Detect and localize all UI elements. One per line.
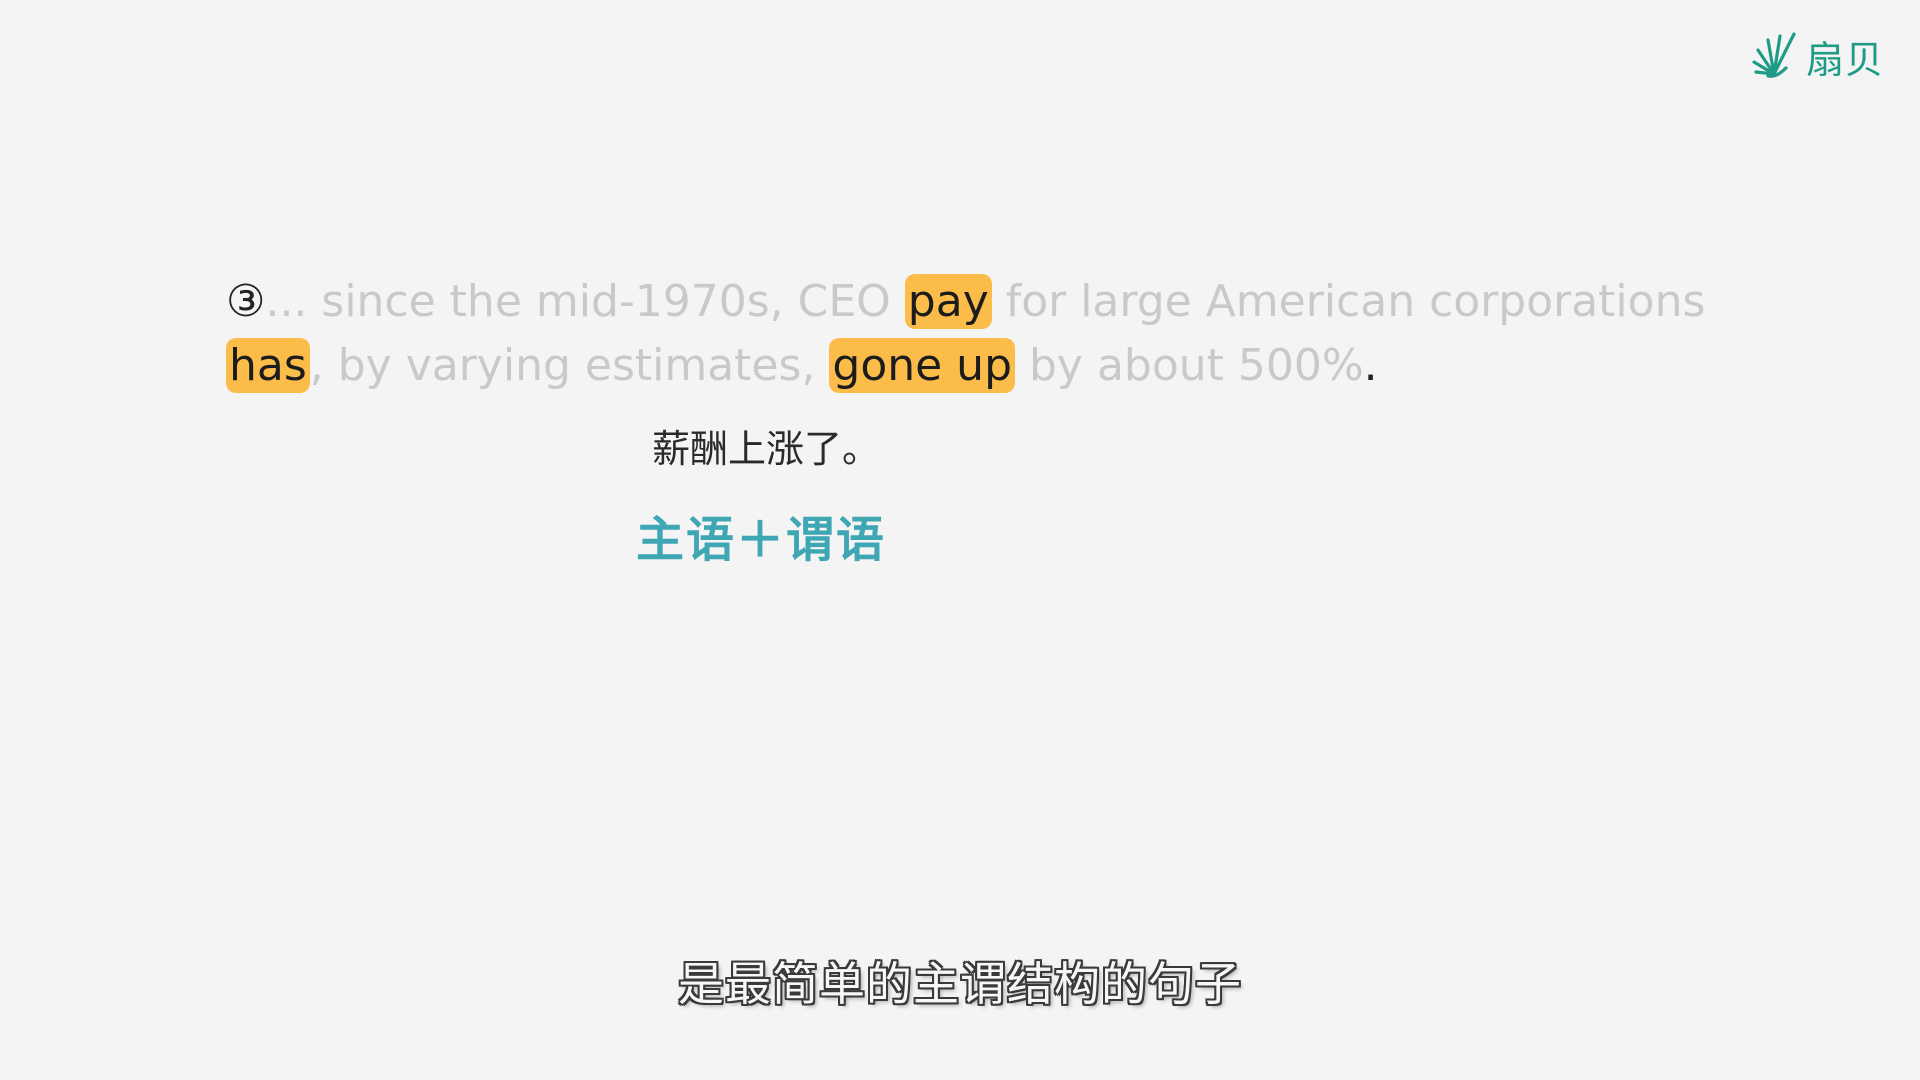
sentence-text-part-4: by about 500%	[1015, 340, 1364, 391]
sentence-text-part-3: , by varying estimates,	[309, 340, 830, 391]
sentence-number: ③	[226, 276, 266, 327]
sentence-text-part-1: ... since the mid-1970s, CEO	[265, 276, 905, 327]
shanbay-logo: 扇贝	[1746, 28, 1884, 84]
highlight-auxiliary: has	[226, 338, 310, 393]
structure-label: 主语＋谓语	[636, 512, 887, 568]
sentence-text-part-2: for large American corporations	[991, 276, 1706, 327]
highlight-predicate: gone up	[829, 338, 1015, 393]
logo-mark-icon	[1746, 28, 1802, 84]
video-subtitle: 是最简单的主谓结构的句子	[678, 957, 1242, 1011]
chinese-gloss: 薪酬上涨了。	[652, 427, 881, 471]
logo-text: 扇贝	[1805, 37, 1884, 82]
highlight-subject: pay	[904, 274, 992, 329]
sentence-period: .	[1363, 340, 1378, 391]
example-sentence: ③... since the mid-1970s, CEO pay for la…	[226, 270, 1726, 398]
